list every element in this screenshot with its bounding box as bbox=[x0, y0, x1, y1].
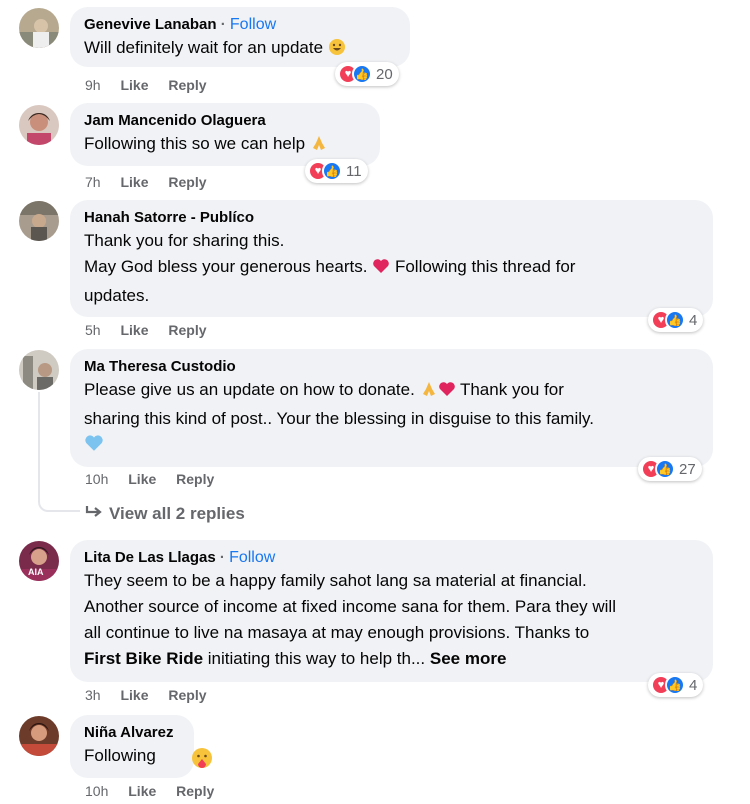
thumbs-up-icon: 👍 bbox=[665, 310, 685, 330]
reaction-summary[interactable]: ♥ 👍 27 bbox=[638, 457, 702, 481]
like-button[interactable]: Like bbox=[120, 174, 148, 190]
comment-actions: 5h Like Reply bbox=[85, 320, 223, 340]
comment-text-line: initiating this way to help th... bbox=[207, 649, 426, 668]
comment-text-line: all continue to live na masaya at may en… bbox=[84, 623, 590, 642]
see-more-link[interactable]: See more bbox=[430, 649, 507, 668]
thumbs-up-icon: 👍 bbox=[665, 675, 685, 695]
timestamp[interactable]: 9h bbox=[85, 77, 101, 93]
timestamp[interactable]: 10h bbox=[85, 783, 108, 799]
comment-actions: 9h Like Reply bbox=[85, 75, 223, 95]
comment-bubble: Genevive Lanaban · Follow Will definitel… bbox=[70, 7, 410, 67]
follow-button[interactable]: Follow bbox=[230, 16, 276, 33]
reaction-count: 4 bbox=[689, 676, 698, 694]
reply-arrow-icon bbox=[85, 503, 103, 525]
reaction-count: 20 bbox=[376, 65, 393, 83]
reaction-count: 4 bbox=[689, 311, 698, 329]
comment-text: Following bbox=[84, 746, 156, 765]
comment-text-line: Please give us an update on how to donat… bbox=[84, 380, 415, 399]
follow-button[interactable]: Follow bbox=[229, 549, 275, 566]
comment-text-line: Thank you for sharing this. bbox=[84, 231, 285, 250]
comment-text: Following this so we can help bbox=[84, 134, 306, 153]
thumbs-up-icon: 👍 bbox=[352, 64, 372, 84]
reply-button[interactable]: Reply bbox=[168, 687, 206, 703]
comment-text-line: updates. bbox=[84, 286, 150, 305]
reaction-count: 11 bbox=[346, 162, 362, 180]
comment-actions: 10h Like Reply bbox=[85, 469, 230, 489]
thumbs-up-icon: 👍 bbox=[655, 459, 675, 479]
comment-bubble: Ma Theresa Custodio Please give us an up… bbox=[70, 349, 713, 467]
comment-text-line: May God bless your generous hearts. bbox=[84, 257, 368, 276]
red-heart-icon bbox=[438, 380, 456, 406]
comment-text-line: Following this thread for bbox=[394, 257, 576, 276]
red-heart-icon bbox=[372, 257, 390, 283]
author-name[interactable]: Ma Theresa Custodio bbox=[84, 358, 236, 375]
reaction-count: 27 bbox=[679, 460, 696, 478]
author-name[interactable]: Hanah Satorre - Publíco bbox=[84, 209, 254, 226]
avatar[interactable] bbox=[19, 716, 59, 756]
like-button[interactable]: Like bbox=[120, 687, 148, 703]
reaction-summary[interactable]: ♥ 👍 11 bbox=[305, 159, 368, 183]
comment-actions: 7h Like Reply bbox=[85, 172, 223, 192]
grinning-face-icon bbox=[328, 38, 346, 64]
comment-bubble: Lita De Las Llagas · Follow They seem to… bbox=[70, 540, 713, 682]
page-mention-link[interactable]: First Bike Ride bbox=[84, 649, 203, 668]
blue-heart-icon bbox=[84, 433, 104, 461]
like-button[interactable]: Like bbox=[128, 783, 156, 799]
view-replies-label: View all 2 replies bbox=[109, 504, 245, 523]
folded-hands-icon bbox=[420, 380, 438, 406]
reaction-summary[interactable]: ♥ 👍 4 bbox=[648, 673, 704, 697]
like-button[interactable]: Like bbox=[128, 471, 156, 487]
thumbs-up-icon: 👍 bbox=[322, 161, 342, 181]
author-name[interactable]: Niña Alvarez bbox=[84, 724, 173, 741]
reply-button[interactable]: Reply bbox=[176, 783, 214, 799]
author-name[interactable]: Lita De Las Llagas bbox=[84, 549, 216, 566]
comment-bubble: Niña Alvarez Following bbox=[70, 715, 194, 778]
avatar[interactable] bbox=[19, 8, 59, 48]
separator-dot: · bbox=[219, 549, 225, 566]
author-name[interactable]: Genevive Lanaban bbox=[84, 16, 217, 33]
comment-text-line: Thank you for bbox=[459, 380, 564, 399]
avatar[interactable]: AIA bbox=[19, 541, 59, 581]
comment-actions: 3h Like Reply bbox=[85, 685, 223, 705]
avatar[interactable] bbox=[19, 201, 59, 241]
timestamp[interactable]: 3h bbox=[85, 687, 101, 703]
comment-text: Will definitely wait for an update bbox=[84, 38, 324, 57]
reply-button[interactable]: Reply bbox=[168, 174, 206, 190]
comment-text-line: Another source of income at fixed income… bbox=[84, 597, 616, 616]
reaction-summary[interactable]: ♥ 👍 4 bbox=[648, 308, 704, 332]
comment-bubble: Hanah Satorre - Publíco Thank you for sh… bbox=[70, 200, 713, 317]
avatar[interactable] bbox=[19, 105, 59, 145]
folded-hands-icon bbox=[310, 134, 328, 160]
reply-button[interactable]: Reply bbox=[176, 471, 214, 487]
reaction-summary[interactable]: ♥ 👍 20 bbox=[335, 62, 399, 86]
separator-dot: · bbox=[220, 16, 226, 33]
like-button[interactable]: Like bbox=[120, 322, 148, 338]
reply-button[interactable]: Reply bbox=[168, 77, 206, 93]
author-name[interactable]: Jam Mancenido Olaguera bbox=[84, 112, 266, 129]
reply-button[interactable]: Reply bbox=[168, 322, 206, 338]
timestamp[interactable]: 7h bbox=[85, 174, 101, 190]
timestamp[interactable]: 10h bbox=[85, 471, 108, 487]
comment-text-line: They seem to be a happy family sahot lan… bbox=[84, 571, 587, 590]
view-replies-button[interactable]: View all 2 replies bbox=[85, 503, 245, 525]
avatar[interactable] bbox=[19, 350, 59, 390]
care-reaction-icon[interactable] bbox=[190, 746, 214, 775]
comment-actions: 10h Like Reply bbox=[85, 781, 230, 801]
like-button[interactable]: Like bbox=[120, 77, 148, 93]
avatar-badge: AIA bbox=[28, 567, 44, 577]
timestamp[interactable]: 5h bbox=[85, 322, 101, 338]
comment-text-line: sharing this kind of post.. Your the ble… bbox=[84, 409, 594, 428]
comment-bubble: Jam Mancenido Olaguera Following this so… bbox=[70, 103, 380, 166]
